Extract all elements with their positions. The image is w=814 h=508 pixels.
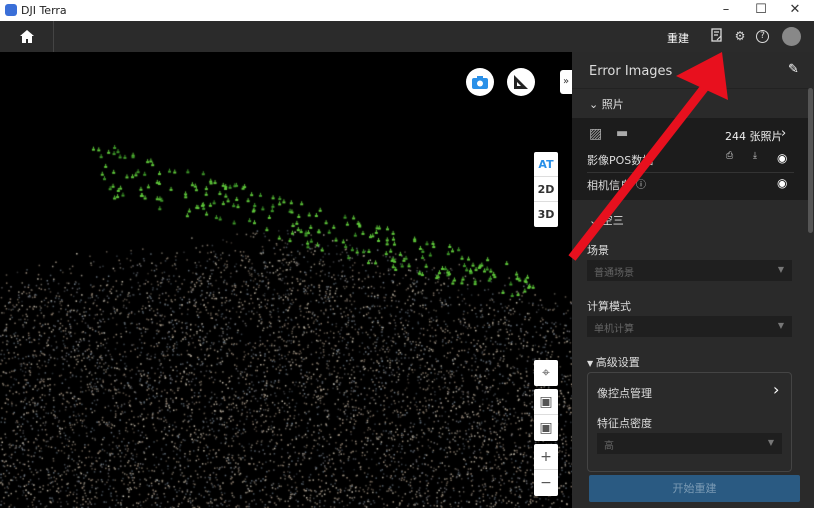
annotation-arrow: [568, 52, 728, 261]
